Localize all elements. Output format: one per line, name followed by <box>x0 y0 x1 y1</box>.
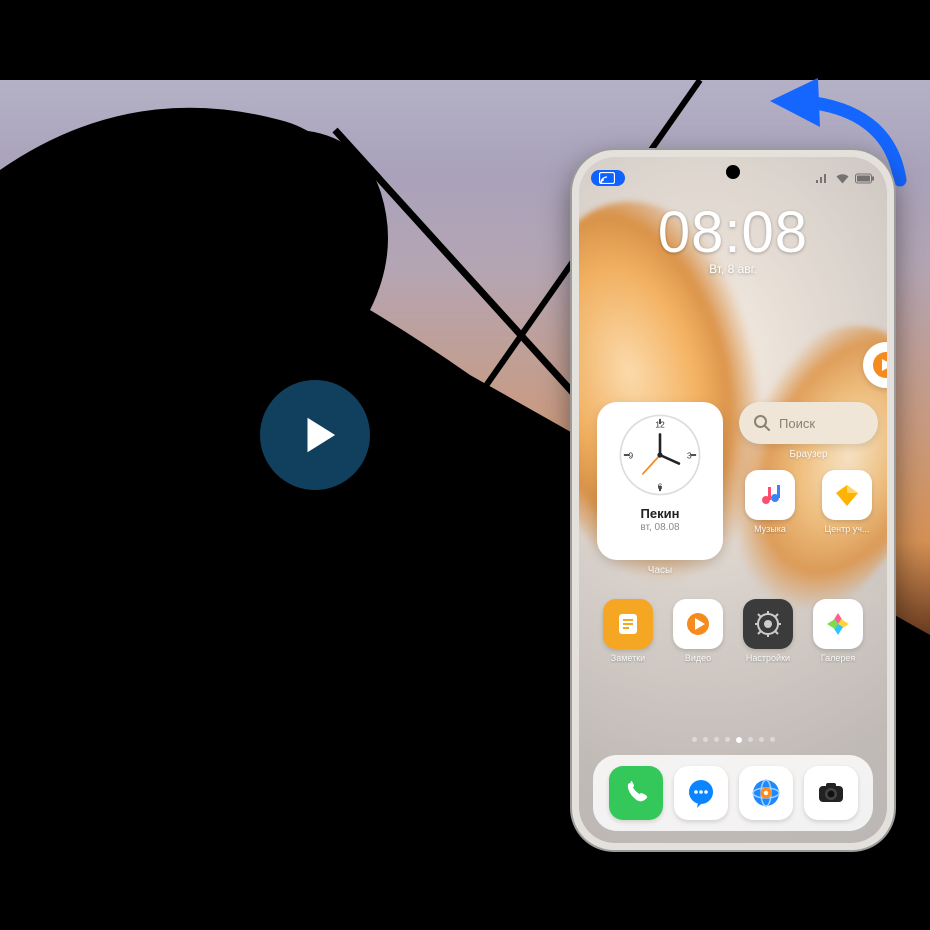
search-placeholder: Поиск <box>779 416 815 431</box>
app-label: Заметки <box>594 653 662 663</box>
cast-icon <box>599 172 615 184</box>
analog-clock-icon: 12 3 6 9 <box>617 412 703 498</box>
svg-text:9: 9 <box>628 450 633 460</box>
app-settings[interactable]: Настройки <box>737 599 799 663</box>
battery-icon <box>855 173 875 184</box>
app-member-center[interactable]: Центр уч... <box>816 470 878 534</box>
dock-phone-app[interactable] <box>609 766 663 820</box>
app-label: Видео <box>664 653 732 663</box>
svg-text:6: 6 <box>658 481 663 491</box>
dock-camera-app[interactable] <box>804 766 858 820</box>
notes-icon <box>614 610 642 638</box>
video-play-icon <box>871 350 887 380</box>
app-label: Центр уч... <box>813 524 881 534</box>
dock-browser-app[interactable] <box>739 766 793 820</box>
clock-widget-wrapper: 12 3 6 9 Пекин вт, 08.08 Часы <box>597 402 723 576</box>
phone-icon <box>621 778 651 808</box>
video-icon <box>684 610 712 638</box>
casting-indicator[interactable] <box>591 170 625 186</box>
play-icon <box>296 412 342 458</box>
clock-city: Пекин <box>641 506 680 521</box>
app-notes[interactable]: Заметки <box>597 599 659 663</box>
phone-device: 08:08 Вт, 8 авг. <box>572 150 894 850</box>
phone-home-screen[interactable]: 08:08 Вт, 8 авг. <box>579 157 887 843</box>
app-gallery[interactable]: Галерея <box>807 599 869 663</box>
app-label: Настройки <box>734 653 802 663</box>
clock-date: Вт, 8 авг. <box>579 262 887 276</box>
search-widget-wrapper: Поиск Браузер <box>739 402 878 460</box>
clock-time: 08:08 <box>579 199 887 266</box>
app-music[interactable]: Музыка <box>739 470 801 534</box>
dock-messages-app[interactable] <box>674 766 728 820</box>
camera-icon <box>816 778 846 808</box>
gear-icon <box>753 609 783 639</box>
search-widget-label: Браузер <box>739 449 878 460</box>
music-icon <box>755 480 785 510</box>
search-widget[interactable]: Поиск <box>739 402 878 444</box>
play-button[interactable] <box>260 380 370 490</box>
search-icon <box>753 414 771 432</box>
page-indicator[interactable] <box>579 737 887 743</box>
clock-widget[interactable]: 12 3 6 9 Пекин вт, 08.08 <box>597 402 723 560</box>
signal-icon <box>815 173 830 184</box>
status-bar <box>591 167 875 189</box>
message-icon <box>685 777 717 809</box>
clock-widget-label: Часы <box>597 565 723 576</box>
wifi-icon <box>835 173 850 184</box>
svg-text:3: 3 <box>687 450 692 460</box>
svg-text:12: 12 <box>655 419 665 429</box>
lock-clock: 08:08 Вт, 8 авг. <box>579 199 887 276</box>
globe-icon <box>750 777 782 809</box>
gallery-icon <box>824 610 852 638</box>
dock <box>593 755 873 831</box>
app-label: Галерея <box>804 653 872 663</box>
diamond-icon <box>832 480 862 510</box>
app-label: Музыка <box>736 524 804 534</box>
clock-city-date: вт, 08.08 <box>640 522 679 533</box>
app-video[interactable]: Видео <box>667 599 729 663</box>
